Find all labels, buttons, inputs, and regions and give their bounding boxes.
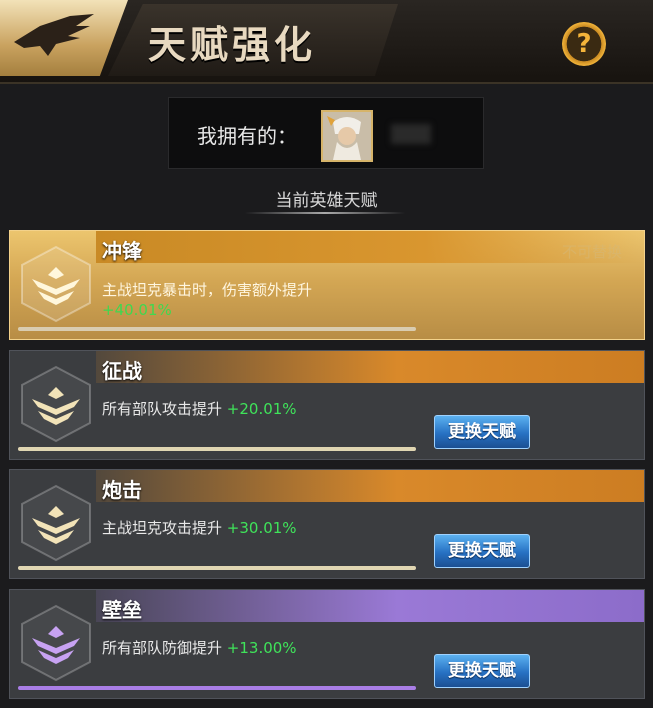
subtitle-underline: [245, 212, 405, 214]
talent-bonus: +20.01%: [226, 400, 297, 418]
rank-chevron-icon: [21, 484, 91, 562]
talent-name: 炮击: [102, 478, 142, 502]
owned-panel: 我拥有的：: [168, 97, 484, 169]
talent-description: 所有部队防御提升 +13.00%: [102, 639, 297, 657]
eagle-back-icon: [14, 14, 94, 56]
change-talent-button[interactable]: 更换天赋: [434, 654, 530, 688]
talent-description: 主战坦克暴击时，伤害额外提升: [102, 281, 313, 299]
rank-chevron-icon: [21, 245, 91, 323]
talent-card-1[interactable]: 冲锋 不可替换 主战坦克暴击时，伤害额外提升 +40.01%: [9, 230, 645, 340]
owned-label: 我拥有的：: [197, 124, 297, 148]
talent-progress-bar: [18, 566, 416, 570]
change-talent-button[interactable]: 更换天赋: [434, 534, 530, 568]
talent-name: 壁垒: [102, 598, 142, 622]
talent-progress-bar: [18, 447, 416, 451]
help-button[interactable]: ?: [562, 22, 606, 66]
header-bar: 天赋强化 ?: [0, 0, 653, 84]
not-replaceable-label: 不可替换: [561, 243, 622, 261]
question-icon: ?: [576, 29, 592, 59]
talent-card-2[interactable]: 征战 所有部队攻击提升 +20.01% 更换天赋: [9, 350, 645, 460]
name-band: [96, 590, 644, 622]
talent-progress-bar: [18, 327, 416, 331]
talent-description: 所有部队攻击提升 +20.01%: [102, 400, 297, 418]
talent-card-3[interactable]: 炮击 主战坦克攻击提升 +30.01% 更换天赋: [9, 469, 645, 579]
talent-bonus: +30.01%: [226, 519, 297, 537]
hero-portrait-icon: [323, 112, 371, 160]
name-band: [96, 470, 644, 502]
talent-description: 主战坦克攻击提升 +30.01%: [102, 519, 297, 537]
rank-chevron-icon: [21, 604, 91, 682]
hero-avatar[interactable]: [321, 110, 373, 162]
page-title: 天赋强化: [148, 23, 317, 67]
talent-bonus: +40.01%: [102, 301, 172, 319]
talent-progress-bar: [18, 686, 416, 690]
talent-bonus: +13.00%: [226, 639, 297, 657]
talent-card-4[interactable]: 壁垒 所有部队防御提升 +13.00% 更换天赋: [9, 589, 645, 699]
name-band: [96, 351, 644, 383]
talent-name: 冲锋: [102, 239, 142, 263]
rank-chevron-icon: [21, 365, 91, 443]
section-subtitle: 当前英雄天赋: [275, 191, 378, 211]
owned-count-blurred: [391, 124, 431, 144]
back-button[interactable]: [0, 0, 128, 76]
talent-name: 征战: [102, 359, 142, 383]
change-talent-button[interactable]: 更换天赋: [434, 415, 530, 449]
